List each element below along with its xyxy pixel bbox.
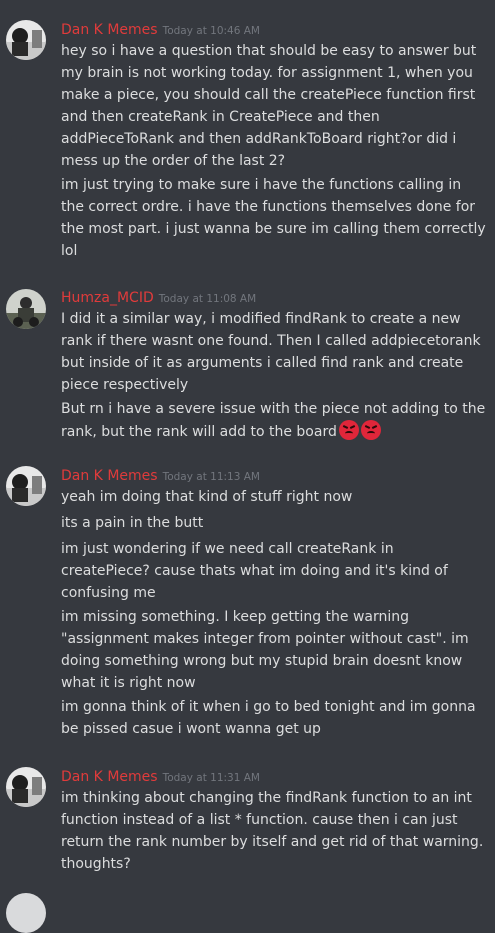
avatar[interactable] <box>6 289 46 329</box>
message-header: Humza_MCID Today at 11:08 AM <box>61 287 256 307</box>
message-text: im just trying to make sure i have the f… <box>61 177 486 259</box>
rage-emoji-icon <box>338 420 359 440</box>
timestamp: Today at 11:13 AM <box>162 471 260 483</box>
message-header: Dan K Memes Today at 10:46 AM <box>61 19 260 39</box>
rage-emoji-icon <box>360 420 381 440</box>
message-text: im thinking about changing the findRank … <box>61 790 484 872</box>
avatar[interactable] <box>6 20 46 60</box>
username[interactable]: Humza_MCID <box>61 290 154 306</box>
timestamp: Today at 11:31 AM <box>162 772 260 784</box>
username[interactable]: Dan K Memes <box>61 468 158 484</box>
message-text: But rn i have a severe issue with the pi… <box>61 398 486 443</box>
message-text-content: But rn i have a severe issue with the pi… <box>61 401 486 440</box>
message-header: Dan K Memes Today at 11:31 AM <box>61 766 260 786</box>
message-text: yeah im doing that kind of stuff right n… <box>61 489 353 505</box>
message-text: its a pain in the butt <box>61 515 204 531</box>
message-header: Dan K Memes Today at 11:13 AM <box>61 465 260 485</box>
timestamp: Today at 10:46 AM <box>162 25 260 37</box>
avatar[interactable] <box>6 767 46 807</box>
emoji-group <box>338 420 383 440</box>
avatar[interactable] <box>6 893 46 933</box>
message-text: I did it a similar way, i modified findR… <box>61 311 481 393</box>
message-text: im just wondering if we need call create… <box>61 541 448 601</box>
username[interactable]: Dan K Memes <box>61 22 158 38</box>
avatar[interactable] <box>6 466 46 506</box>
username[interactable]: Dan K Memes <box>61 769 158 785</box>
message-text: hey so i have a question that should be … <box>61 43 477 169</box>
message-text: im missing something. I keep getting the… <box>61 609 469 691</box>
message-text: im gonna think of it when i go to bed to… <box>61 699 476 737</box>
timestamp: Today at 11:08 AM <box>158 293 257 305</box>
